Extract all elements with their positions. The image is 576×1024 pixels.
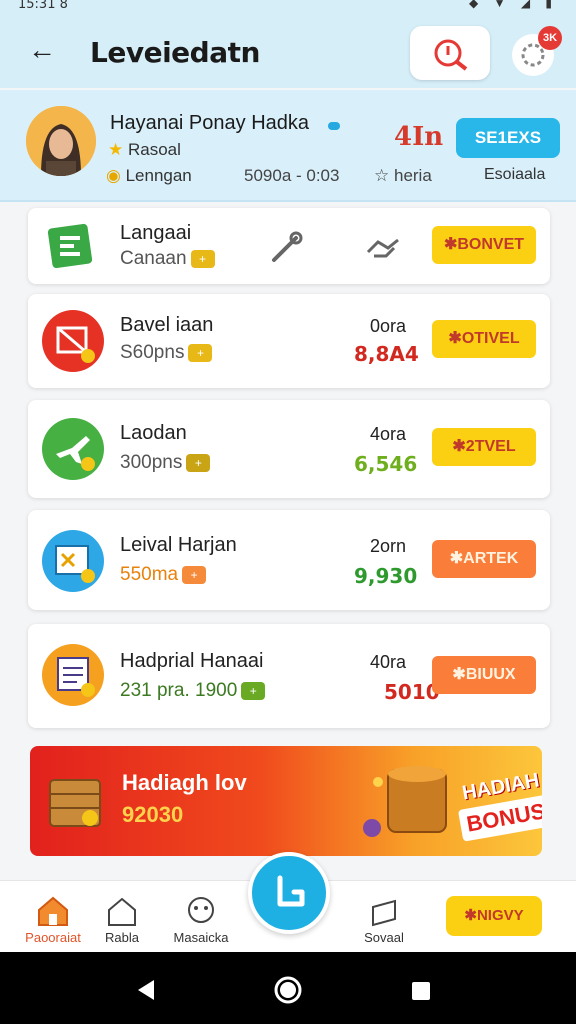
bonus-banner[interactable]: Hadiagh lov 92030 HADIAH BONUS: [30, 746, 542, 856]
nav-label: Rabla: [105, 930, 139, 945]
chest-icon: [49, 779, 101, 827]
receipt-icon: [42, 644, 104, 706]
notification-badge: 3K: [538, 26, 562, 50]
row-action-button[interactable]: ✱BONVET: [432, 226, 536, 264]
row-value: 6,546: [354, 452, 418, 476]
nav-action-button[interactable]: ✱NIGVY: [446, 896, 542, 936]
row-unit: 40ra: [370, 652, 407, 672]
house-outline-icon: [108, 897, 136, 926]
map-icon: [42, 530, 104, 592]
profile-value: 4In: [394, 122, 444, 152]
home-circle-icon[interactable]: [272, 974, 304, 1006]
plus-tag-icon: +: [241, 681, 266, 700]
status-icons: ◆ ▼ ◢ ▮: [469, 0, 558, 10]
list-item[interactable]: Leival Harjan 550ma + 2orn 9,930 ✱ARTEK: [28, 510, 550, 610]
system-nav-bar: [0, 952, 576, 1024]
profile-level-label: Lenngan: [125, 166, 192, 185]
row-sub-label: Canaan: [120, 248, 187, 269]
row-sub: S60pns +: [120, 342, 213, 364]
recent-apps-icon[interactable]: [410, 980, 432, 1002]
nav-item-sovaal[interactable]: Sovaal: [354, 895, 414, 945]
profile-star-label: heria: [393, 166, 432, 185]
row-value: 8,8A4: [354, 342, 419, 366]
row-name: Hadprial Hanaai: [120, 650, 264, 672]
list-item[interactable]: Bavel iaan S60pns + 0ora 8,8A4 ✱OTIVEL: [28, 294, 550, 388]
row-action-button[interactable]: ✱ARTEK: [432, 540, 536, 578]
home-icon: [38, 896, 68, 926]
verified-icon: [328, 122, 340, 130]
status-time: 15:31 8: [18, 0, 68, 12]
banner-title: Hadiagh lov: [122, 770, 247, 795]
list-item[interactable]: Langaai Canaan + ✱BONVET: [28, 208, 550, 284]
profile-extra: Esoiaala: [484, 166, 546, 183]
row-sub: 231 pra. 1900 +: [120, 680, 266, 702]
nav-label: Paooraiat: [25, 930, 81, 945]
app-bar: ← Leveiedatn 3K: [0, 14, 576, 88]
profile-name: Hayanai Ponay Hadka: [110, 112, 310, 134]
plus-tag-icon: +: [190, 249, 215, 268]
nav-label: Masaicka: [173, 930, 229, 945]
medal-icon: ◉: [106, 166, 121, 185]
search-button[interactable]: [410, 26, 490, 80]
star-icon: ★: [108, 140, 124, 159]
row-unit: 0ora: [370, 316, 407, 336]
profile-rank-label: Rasoal: [127, 140, 181, 159]
chair-icon: [277, 875, 305, 907]
banner-number: 92030: [122, 802, 184, 827]
row-name: Bavel iaan: [120, 314, 214, 336]
nav-item-rabla[interactable]: Rabla: [94, 895, 150, 945]
profile-rank: ★ Rasoal: [108, 140, 181, 160]
row-name: Leival Harjan: [120, 534, 237, 556]
plane-icon: [42, 418, 104, 480]
back-arrow-icon[interactable]: ←: [28, 34, 56, 66]
profile-action-button[interactable]: SE1EXS: [456, 118, 560, 158]
profile-score: 5090a - 0:03: [244, 166, 340, 185]
row-value: 9,930: [354, 564, 418, 588]
profile-card: Hayanai Ponay Hadka ★ Rasoal ◉ Lenngan 5…: [0, 90, 576, 202]
row-sub: Canaan +: [120, 248, 215, 270]
center-action-button[interactable]: [248, 852, 330, 934]
wrench-icon[interactable]: [268, 230, 304, 271]
profile-level: ◉ Lenngan: [106, 166, 192, 186]
list-item[interactable]: Laodan 300pns + 4ora 6,546 ✱2TVEL: [28, 400, 550, 498]
status-bar: 15:31 8 ◆ ▼ ◢ ▮: [0, 0, 576, 14]
row-name: Langaai: [120, 222, 192, 244]
plus-tag-icon: +: [186, 453, 211, 472]
box-icon: [372, 899, 396, 927]
page-title: Leveiedatn: [90, 36, 260, 69]
row-action-button[interactable]: ✱BIUUX: [432, 656, 536, 694]
row-sub: 550ma +: [120, 564, 207, 586]
profile-star: ☆ heria: [374, 166, 432, 186]
handshake-icon[interactable]: [364, 230, 404, 271]
nav-label: Sovaal: [364, 930, 404, 945]
nav-item-home[interactable]: Paooraiat: [22, 895, 84, 945]
row-action-button[interactable]: ✱2TVEL: [432, 428, 536, 466]
back-triangle-icon[interactable]: [134, 978, 158, 1002]
document-icon: [42, 216, 102, 278]
row-action-button[interactable]: ✱OTIVEL: [432, 320, 536, 358]
avatar-image: [26, 106, 96, 176]
list-item[interactable]: Hadprial Hanaai 231 pra. 1900 + 40ra 5010…: [28, 624, 550, 728]
search-icon: [434, 39, 468, 71]
row-unit: 2orn: [370, 536, 407, 556]
plus-tag-icon: +: [188, 343, 213, 362]
row-sub: 300pns +: [120, 452, 211, 474]
chat-face-icon: [188, 897, 214, 923]
row-sub-label: 300pns: [120, 452, 183, 473]
nav-item-masaicka[interactable]: Masaicka: [168, 895, 234, 945]
row-name: Laodan: [120, 422, 187, 444]
row-sub-label: 550ma: [120, 564, 179, 585]
row-unit: 4ora: [370, 424, 407, 444]
star-outline-icon: ☆: [374, 166, 390, 185]
row-sub-label: 231 pra. 1900: [120, 680, 238, 701]
gold-cup-icon: [363, 766, 447, 837]
row-sub-label: S60pns: [120, 342, 185, 363]
plus-tag-icon: +: [182, 565, 207, 584]
avatar[interactable]: [26, 106, 96, 176]
target-icon: [42, 310, 104, 372]
